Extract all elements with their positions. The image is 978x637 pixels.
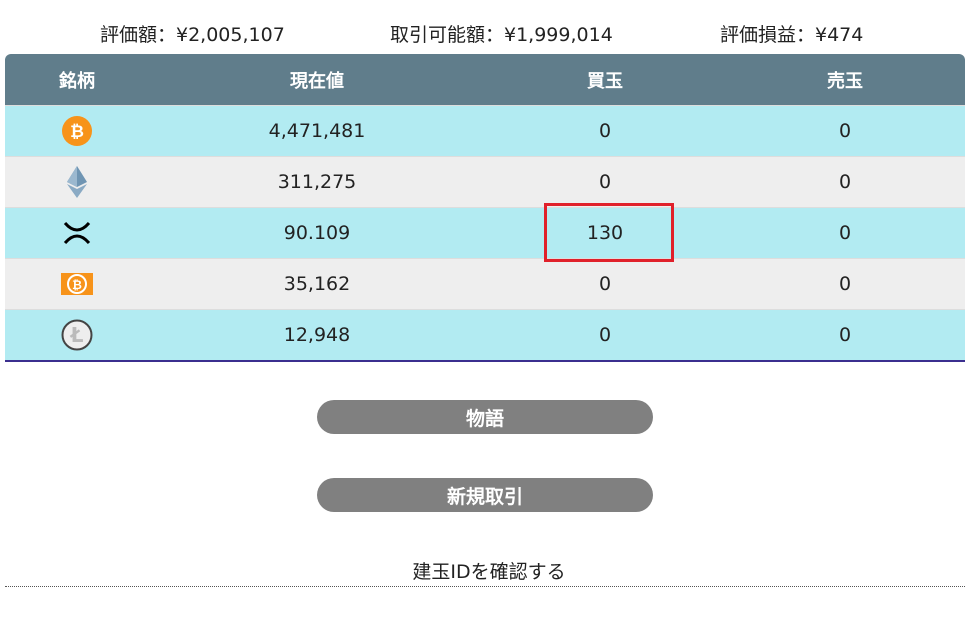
svg-text:₿: ₿ [70,122,84,142]
highlight-box [544,203,674,262]
table-row: ₿ 35,162 0 0 [5,258,965,309]
xrp-icon [63,221,91,245]
bitcoin-icon: ₿ [62,116,92,146]
bitcoin-cash-icon: ₿ [61,273,93,295]
price: 311,275 [277,171,357,193]
header-buy: 買玉 [587,70,623,92]
table-header: 銘柄 現在値 買玉 売玉 [5,54,965,105]
price: 12,948 [283,324,351,346]
sell-position: 0 [838,222,852,244]
buy-position: 0 [598,273,612,295]
tradable-amount: 取引可能額：¥1,999,014 [390,24,613,46]
table-row: 90.109 130 0 [5,207,965,258]
divider [5,586,965,587]
price: 4,471,481 [268,120,366,142]
svg-text:Ł: Ł [70,323,84,347]
sell-position: 0 [838,273,852,295]
check-position-id-link[interactable]: 建玉IDを確認する [0,557,978,584]
table-row: ₿ 4,471,481 0 0 [5,105,965,156]
valuation: 評価額：¥2,005,107 [100,24,285,46]
price: 35,162 [283,273,351,295]
price: 90.109 [283,222,351,244]
table-row: Ł 12,948 0 0 [5,309,965,360]
profit-loss: 評価損益：¥474 [720,24,864,46]
positions-table: 銘柄 現在値 買玉 売玉 ₿ 4,471,481 0 0 311,275 0 0… [5,54,965,362]
header-sell: 売玉 [827,70,863,92]
buy-position: 0 [598,171,612,193]
story-button[interactable]: 物語 [317,400,653,434]
header-price: 現在値 [290,70,344,92]
sell-position: 0 [838,171,852,193]
svg-text:₿: ₿ [72,278,82,292]
table-row: 311,275 0 0 [5,156,965,207]
buy-position: 0 [598,120,612,142]
header-symbol: 銘柄 [59,70,95,92]
buy-position: 0 [598,324,612,346]
sell-position: 0 [838,324,852,346]
account-summary: 評価額：¥2,005,107 取引可能額：¥1,999,014 評価損益：¥47… [0,20,978,46]
new-trade-button[interactable]: 新規取引 [317,478,653,512]
ethereum-icon [67,166,87,198]
sell-position: 0 [838,120,852,142]
litecoin-icon: Ł [61,319,93,351]
